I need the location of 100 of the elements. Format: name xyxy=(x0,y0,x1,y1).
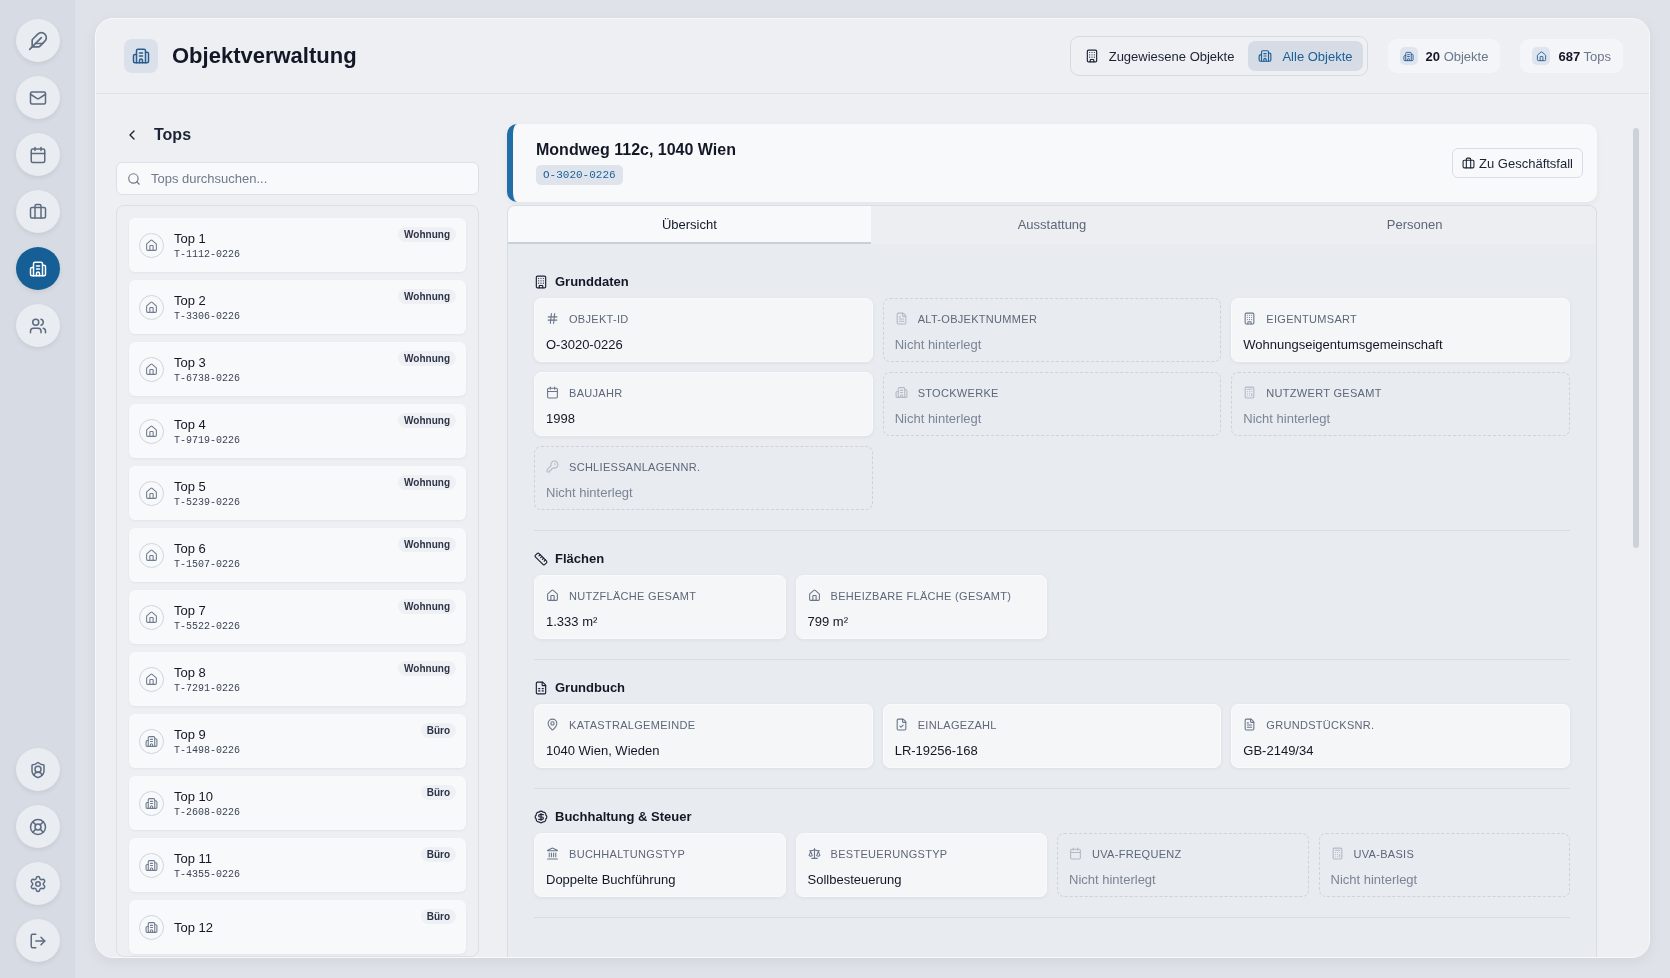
settings-icon xyxy=(28,874,47,893)
sidebar-item[interactable] xyxy=(15,748,60,791)
list-item[interactable]: Top 11 T-4355-0226 Büro xyxy=(129,838,466,892)
field-value: Nicht hinterlegt xyxy=(1243,411,1332,426)
item-name: Top 12 xyxy=(174,919,215,935)
field-value: Nicht hinterlegt xyxy=(546,485,634,500)
key-icon xyxy=(546,460,559,473)
scale-icon xyxy=(807,847,821,860)
list-item[interactable]: Top 8 T-7291-0226 Wohnung xyxy=(129,652,466,706)
item-code: T-1112-0226 xyxy=(174,248,241,260)
field-label: EINLAGEZAHL xyxy=(917,718,997,731)
field-label: BEHEIZBARE FLÄCHE (GESAMT) xyxy=(830,589,1012,602)
view-toggle-option[interactable]: Alle Objekte xyxy=(1248,41,1363,71)
item-code: T-6738-0226 xyxy=(174,372,241,384)
type-tag: Wohnung xyxy=(398,289,456,304)
tab[interactable]: Ausstattung xyxy=(870,206,1234,244)
item-name: Top 4 xyxy=(174,416,207,432)
field-label: NUTZFLÄCHE GESAMT xyxy=(569,589,697,602)
calculator-icon xyxy=(1243,386,1257,399)
list-item[interactable]: Top 6 T-1507-0226 Wohnung xyxy=(129,528,466,582)
tab[interactable]: Personen xyxy=(1233,206,1596,244)
list-item[interactable]: Top 4 T-9719-0226 Wohnung xyxy=(129,404,466,458)
list-item[interactable]: Top 3 T-6738-0226 Wohnung xyxy=(129,342,466,396)
type-tag: Wohnung xyxy=(398,661,456,676)
item-code: T-9719-0226 xyxy=(174,434,241,446)
list-item[interactable]: Top 9 T-1498-0226 Büro xyxy=(129,714,466,768)
section-title: Grundbuch xyxy=(555,680,626,695)
building-icon xyxy=(894,386,908,399)
field-label: OBJEKT-ID xyxy=(569,312,629,325)
building-icon xyxy=(1258,49,1273,63)
view-toggle-option[interactable]: Zugewiesene Objekte xyxy=(1074,41,1245,71)
item-name: Top 2 xyxy=(174,292,207,308)
house-icon xyxy=(546,589,559,602)
type-tag: Wohnung xyxy=(398,475,456,490)
mail-icon xyxy=(28,88,47,107)
document-check-icon xyxy=(894,718,908,731)
search-field[interactable]: Tops durchsuchen... xyxy=(116,162,479,195)
field-value: O-3020-0226 xyxy=(546,337,624,352)
building-icon xyxy=(1084,49,1099,63)
dollar-icon xyxy=(534,809,548,824)
sidebar-item[interactable] xyxy=(15,304,60,347)
document-icon xyxy=(1243,718,1257,731)
calendar-icon xyxy=(1069,847,1082,860)
field-label: BUCHHALTUNGSTYP xyxy=(569,847,686,860)
field-label: BESTEUERUNGSTYP xyxy=(830,847,948,860)
sidebar-item[interactable] xyxy=(15,919,60,962)
building-icon xyxy=(124,39,158,73)
sidebar-item[interactable] xyxy=(15,76,60,119)
field-label: ALT-OBJEKTNUMMER xyxy=(917,312,1038,325)
item-code: T-5239-0226 xyxy=(174,496,241,508)
field-label: KATASTRALGEMEINDE xyxy=(569,718,696,731)
list-item[interactable]: Top 1 T-1112-0226 Wohnung xyxy=(129,218,466,272)
type-tag: Wohnung xyxy=(398,227,456,242)
field-value: 1040 Wien, Wieden xyxy=(546,743,661,758)
sidebar-item[interactable] xyxy=(15,862,60,905)
item-name: Top 11 xyxy=(174,850,214,866)
type-tag: Büro xyxy=(420,909,456,924)
field-label: GRUNDSTÜCKSNR. xyxy=(1266,718,1375,731)
type-tag: Büro xyxy=(420,847,456,862)
logo-button[interactable] xyxy=(15,19,60,62)
type-tag: Wohnung xyxy=(398,413,456,428)
count-text: 687 Tops xyxy=(1558,48,1611,64)
panel-title: Tops xyxy=(154,126,192,144)
item-code: T-3306-0226 xyxy=(174,310,241,322)
calendar-icon xyxy=(546,386,559,399)
page-title: Objektverwaltung xyxy=(172,43,358,69)
field-label: SCHLIESSANLAGENNR. xyxy=(569,460,701,473)
count-text: 20 Objekte xyxy=(1425,48,1489,64)
sidebar-item[interactable] xyxy=(15,133,60,176)
field-value: Nicht hinterlegt xyxy=(1330,872,1419,887)
tab[interactable]: Übersicht xyxy=(508,206,871,244)
sidebar-item[interactable] xyxy=(15,190,60,233)
list-item[interactable]: Top 12 Büro xyxy=(129,900,466,954)
list-item[interactable]: Top 7 T-5522-0226 Wohnung xyxy=(129,590,466,644)
list-item[interactable]: Top 10 T-2608-0226 Büro xyxy=(129,776,466,830)
section-title: Flächen xyxy=(555,551,605,566)
field-value: Sollbesteuerung xyxy=(807,872,903,887)
logout-icon xyxy=(28,931,47,950)
feather-icon xyxy=(27,30,48,51)
item-code: T-1498-0226 xyxy=(174,744,241,756)
document-icon xyxy=(894,312,908,325)
field-value: Wohnungseigentumsgemeinschaft xyxy=(1243,337,1444,352)
item-name: Top 7 xyxy=(174,602,207,618)
list-item[interactable]: Top 2 T-3306-0226 Wohnung xyxy=(129,280,466,334)
building-icon xyxy=(534,274,548,289)
sidebar-item[interactable] xyxy=(15,805,60,848)
users-icon xyxy=(28,316,47,335)
case-button[interactable]: Zu Geschäftsfall xyxy=(1452,148,1583,178)
type-tag: Büro xyxy=(420,723,456,738)
object-id-tag: O-3020-0226 xyxy=(536,165,623,185)
list-item[interactable]: Top 5 T-5239-0226 Wohnung xyxy=(129,466,466,520)
type-tag: Wohnung xyxy=(398,537,456,552)
item-name: Top 3 xyxy=(174,354,207,370)
type-tag: Wohnung xyxy=(398,351,456,366)
item-code: T-2608-0226 xyxy=(174,806,241,818)
sidebar-item[interactable] xyxy=(15,247,60,290)
field-value: 799 m² xyxy=(807,614,849,629)
scrollbar[interactable] xyxy=(1633,128,1639,548)
item-code: T-7291-0226 xyxy=(174,682,241,694)
calendar-icon xyxy=(28,145,47,164)
